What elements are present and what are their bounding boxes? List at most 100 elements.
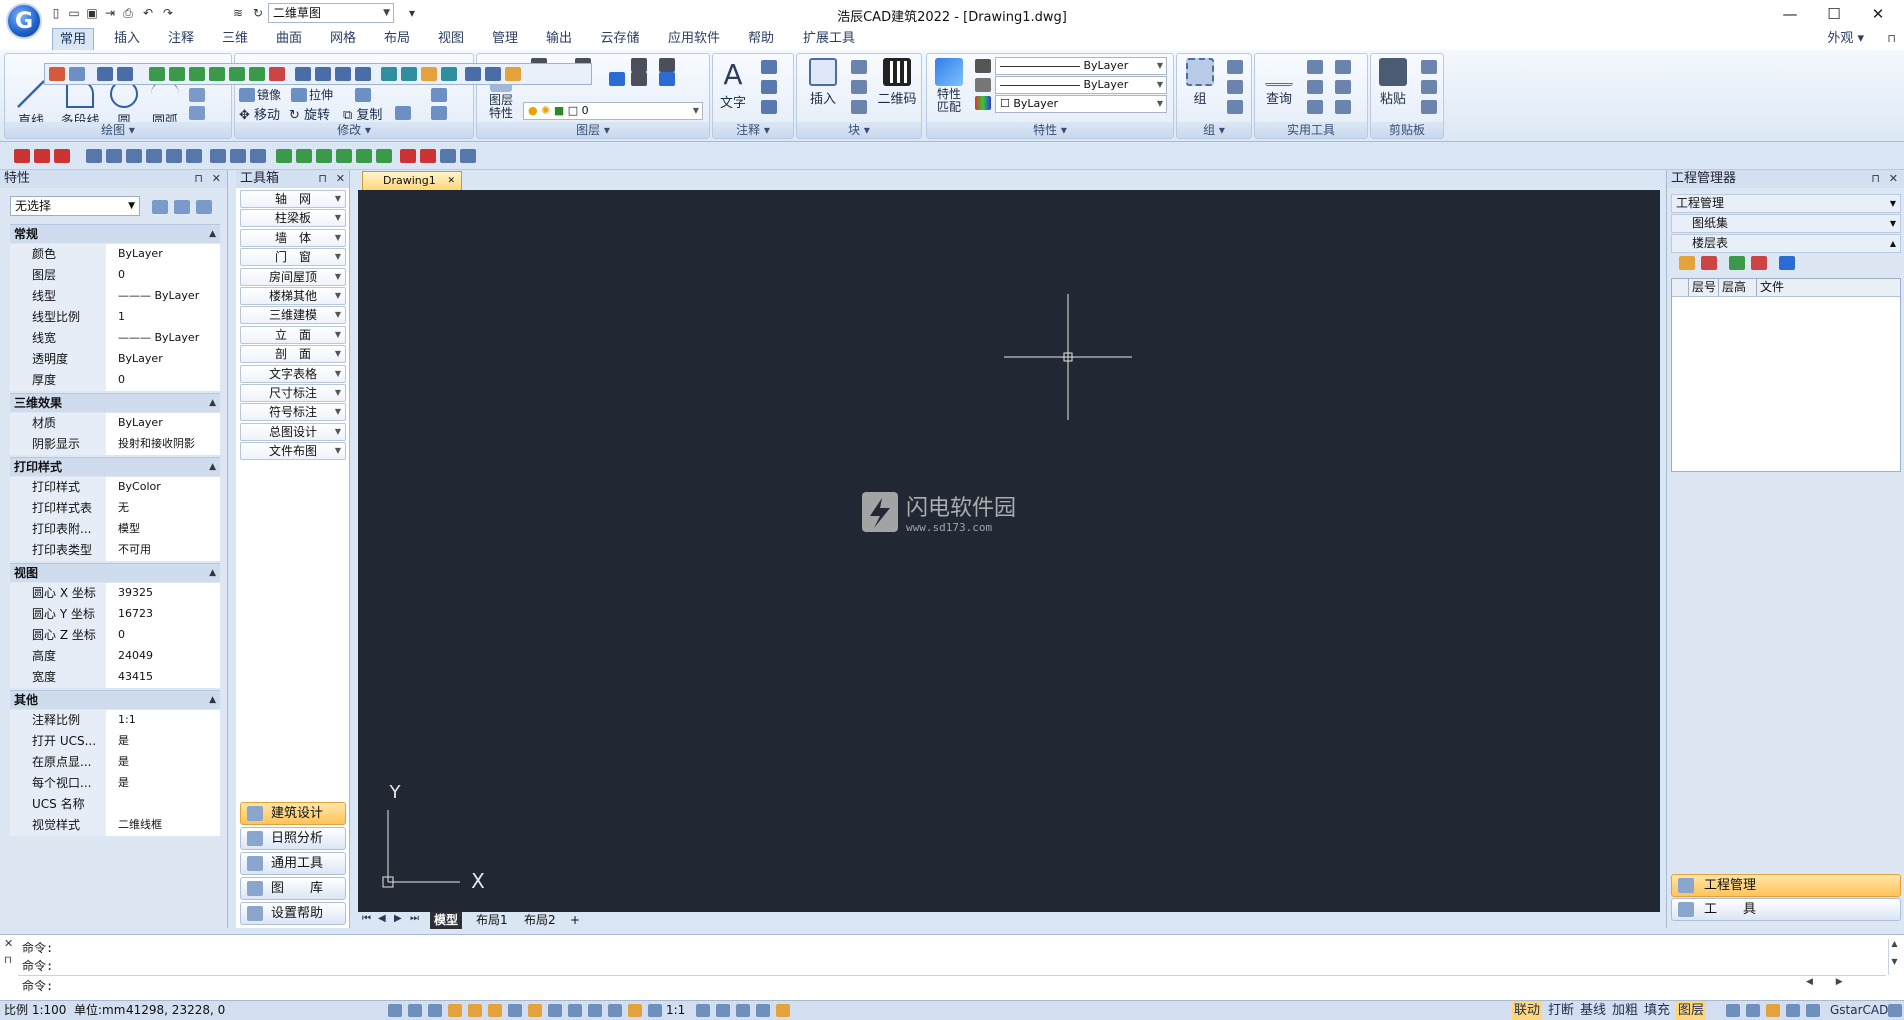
- zoom-icon[interactable]: [69, 67, 85, 81]
- copy-base-icon[interactable]: [1421, 100, 1437, 114]
- snap-icon[interactable]: [388, 1004, 402, 1017]
- status-menu-icon[interactable]: [1888, 1004, 1902, 1017]
- toolbox-item[interactable]: 文字表格 ▼: [240, 364, 346, 383]
- toggle-pickadd-icon[interactable]: [152, 200, 168, 214]
- text-style-icon[interactable]: [210, 149, 226, 163]
- layer-merge-icon[interactable]: [659, 72, 675, 86]
- table-icon[interactable]: [250, 149, 266, 163]
- property-value[interactable]: ——— ByLayer: [106, 286, 220, 307]
- floor-table-row[interactable]: 楼层表 ▲: [1671, 234, 1901, 253]
- app-logo[interactable]: G: [6, 3, 42, 39]
- pin-icon[interactable]: ⊓: [4, 955, 12, 966]
- axis-tool-icon[interactable]: [149, 67, 165, 81]
- tab-annotate[interactable]: 注释: [160, 28, 202, 50]
- room-tool-icon[interactable]: [355, 67, 371, 81]
- tab-extensions[interactable]: 扩展工具: [794, 28, 864, 50]
- collapse-icon[interactable]: ▲: [209, 394, 216, 413]
- beam-icon[interactable]: [106, 149, 122, 163]
- toolbox-item[interactable]: 墙 体 ▼: [240, 228, 346, 247]
- symbol-icon[interactable]: [400, 149, 416, 163]
- settings-icon[interactable]: [1726, 1004, 1740, 1017]
- property-value[interactable]: 43415: [106, 667, 220, 688]
- toggle-linkage[interactable]: 联动: [1512, 1001, 1543, 1020]
- door-tool-icon[interactable]: [229, 67, 245, 81]
- property-value[interactable]: 是: [106, 773, 220, 794]
- view-tool-icon[interactable]: [485, 67, 501, 81]
- drawing-set-row[interactable]: 图纸集 ▼: [1671, 214, 1901, 233]
- color-select[interactable]: ☐ ByLayer ▼: [995, 95, 1167, 113]
- collapse-icon[interactable]: ▲: [209, 564, 216, 583]
- model-space-icon[interactable]: [608, 1004, 622, 1017]
- tab-layout2[interactable]: 布局2: [520, 912, 560, 929]
- grid-icon[interactable]: [408, 1004, 422, 1017]
- print-tool-icon[interactable]: [465, 67, 481, 81]
- toolbox-item[interactable]: 柱梁板 ▼: [240, 209, 346, 228]
- fillet-icon[interactable]: [355, 88, 371, 102]
- property-value[interactable]: 模型: [106, 519, 220, 540]
- column-icon[interactable]: [86, 149, 102, 163]
- toolbox-item[interactable]: 立 面 ▼: [240, 325, 346, 344]
- fullscreen-icon[interactable]: [1806, 1004, 1820, 1017]
- property-section-header[interactable]: 常规 ▲: [10, 224, 220, 243]
- linetype-select[interactable]: ByLayer ▼: [995, 76, 1167, 94]
- close-icon[interactable]: ✕: [4, 937, 13, 950]
- select-objects-icon[interactable]: [174, 200, 190, 214]
- layer-freeze-icon[interactable]: [659, 58, 675, 72]
- move-tool-icon[interactable]: [440, 149, 456, 163]
- quick-select-icon[interactable]: [1335, 100, 1351, 114]
- text-tool-icon[interactable]: [269, 67, 285, 81]
- ribbon-pin-icon[interactable]: ⊓: [1887, 28, 1896, 50]
- toolbox-item[interactable]: 总图设计 ▼: [240, 422, 346, 441]
- cut-icon[interactable]: [1421, 80, 1437, 94]
- collapse-icon[interactable]: ▲: [209, 458, 216, 477]
- workspace-icon[interactable]: [736, 1004, 750, 1017]
- first-tab-icon[interactable]: ⏮: [362, 913, 371, 924]
- command-hscroll[interactable]: ◀ ▶: [1806, 977, 1886, 991]
- group-button[interactable]: 组: [1183, 58, 1217, 107]
- explode-icon[interactable]: [431, 88, 447, 102]
- property-value[interactable]: 1: [106, 307, 220, 328]
- annotation-icon[interactable]: [648, 1004, 662, 1017]
- next-tab-icon[interactable]: ▶: [394, 913, 402, 924]
- tab-cloud[interactable]: 云存储: [592, 28, 648, 50]
- selection-select[interactable]: 无选择 ▼: [10, 196, 140, 216]
- document-tab-drawing1[interactable]: Drawing1 ✕: [362, 171, 462, 190]
- otrack-icon[interactable]: [488, 1004, 502, 1017]
- array-icon[interactable]: [431, 106, 447, 120]
- last-tab-icon[interactable]: ⏭: [410, 913, 419, 924]
- axis-label-icon[interactable]: [34, 149, 50, 163]
- tab-view[interactable]: 视图: [430, 28, 472, 50]
- lineweight-select[interactable]: ByLayer ▼: [995, 57, 1167, 75]
- block-define-icon[interactable]: [851, 80, 867, 94]
- wall-icon[interactable]: [126, 149, 142, 163]
- mirror-label[interactable]: 镜像: [257, 86, 281, 103]
- trim-icon[interactable]: [395, 106, 411, 120]
- property-value[interactable]: 0: [106, 265, 220, 286]
- qrcode-button[interactable]: 二维码: [875, 58, 919, 107]
- open-folder-icon[interactable]: [1679, 256, 1695, 270]
- toolbox-category[interactable]: 设置帮助: [240, 902, 346, 925]
- annotation-scale[interactable]: 1:1: [666, 1001, 685, 1020]
- close-icon[interactable]: ✕: [212, 172, 221, 185]
- paste-button[interactable]: 粘贴: [1375, 58, 1411, 107]
- project-select[interactable]: 工程管理 ▼: [1671, 194, 1901, 213]
- project-manage-tab[interactable]: 工程管理: [1671, 874, 1901, 897]
- toolbox-item[interactable]: 符号标注 ▼: [240, 403, 346, 422]
- tab-surface[interactable]: 曲面: [268, 28, 310, 50]
- appearance-menu[interactable]: 外观 ▾: [1827, 28, 1864, 50]
- layer-walk-icon[interactable]: [631, 72, 647, 86]
- table-tool-icon[interactable]: [381, 67, 397, 81]
- layer-match-icon[interactable]: [609, 72, 625, 86]
- clipboard-tool-icon[interactable]: [460, 149, 476, 163]
- stair-tool-icon[interactable]: [315, 67, 331, 81]
- toolbox-item[interactable]: 房间屋顶 ▼: [240, 267, 346, 286]
- tab-layout1[interactable]: 布局1: [472, 912, 512, 929]
- toolbox-item[interactable]: 楼梯其他 ▼: [240, 287, 346, 305]
- property-section-header[interactable]: 视图 ▲: [10, 563, 220, 582]
- text-button[interactable]: A 文字: [717, 58, 749, 111]
- scale-tool-icon[interactable]: [505, 67, 521, 81]
- angle-icon[interactable]: [1307, 60, 1323, 74]
- toolbox-category[interactable]: 日照分析: [240, 827, 346, 850]
- calculator-icon[interactable]: [1307, 80, 1323, 94]
- floor-table-icon[interactable]: [1701, 256, 1717, 270]
